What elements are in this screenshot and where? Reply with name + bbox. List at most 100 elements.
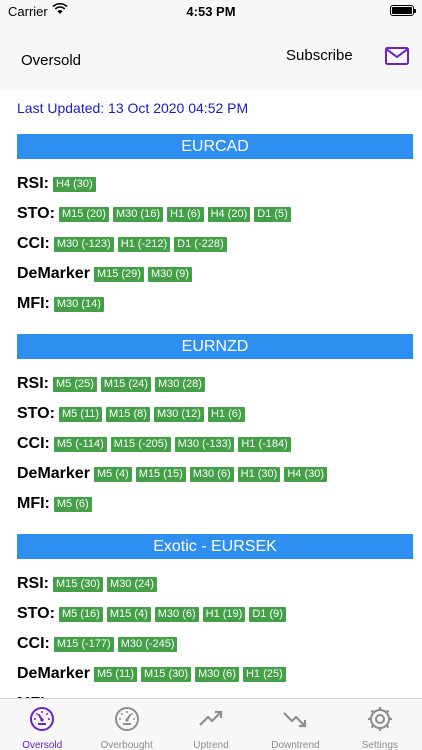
timeframe-badges: M5 (-114) M15 (-205) M30 (-133) H1 (-184)	[53, 436, 295, 452]
timeframe-badge: M30 (6)	[195, 666, 239, 682]
timeframe-badges: M15 (20) M30 (16) H1 (6) H4 (20) D1 (5)	[58, 206, 295, 222]
timeframe-badges: M5 (16) M15 (4) M30 (6) H1 (19) D1 (9)	[58, 606, 290, 622]
indicator-label: DeMarker	[17, 465, 90, 482]
timeframe-badges: M5 (6)	[53, 496, 96, 512]
indicator-row: DeMarker M15 (29) M30 (9)	[17, 263, 196, 285]
timeframe-badge: M15 (30)	[141, 666, 192, 682]
timeframe-badge: M30 (14)	[53, 296, 104, 312]
indicator-row: DeMarker M5 (4) M15 (15) M30 (6) H1 (30) H4 (…	[17, 463, 331, 485]
last-updated-label: Last Updated: 13 Oct 2020 04:52 PM	[17, 100, 249, 116]
envelope-icon[interactable]	[384, 45, 410, 67]
tab-oversold[interactable]: Oversold	[0, 699, 84, 750]
timeframe-badge: M15 (30)	[53, 576, 104, 592]
gauge-high-icon	[113, 705, 141, 738]
indicator-label: RSI:	[17, 575, 49, 592]
tab-label: Oversold	[22, 740, 63, 750]
indicator-row: CCI: M30 (-123) H1 (-212) D1 (-228)	[17, 233, 231, 255]
status-bar: Carrier 4:53 PM	[0, 0, 422, 22]
section-header: EURCAD	[17, 134, 413, 159]
timeframe-badge: M30 (-133)	[174, 436, 235, 452]
timeframe-badges: M5 (11) M15 (8) M30 (12) H1 (6)	[58, 406, 249, 422]
timeframe-badges: M30 (14)	[53, 296, 108, 312]
indicator-row: MFI: M5 (6)	[17, 493, 96, 515]
indicator-label: CCI:	[17, 235, 50, 252]
indicator-label: STO:	[17, 605, 55, 622]
indicator-label: STO:	[17, 405, 55, 422]
page-title: Oversold	[21, 52, 82, 69]
timeframe-badge: M15 (4)	[106, 606, 151, 622]
timeframe-badge: H4 (30)	[284, 466, 328, 482]
indicator-label: RSI:	[17, 375, 49, 392]
timeframe-badge: H4 (30)	[53, 176, 96, 192]
timeframe-badge: M30 (12)	[153, 406, 204, 422]
tab-bar: Oversold Overbought Uptrend Downtrend Settin…	[0, 698, 422, 750]
timeframe-badge: M30 (16)	[112, 206, 163, 222]
timeframe-badges: M30 (-123) H1 (-212) D1 (-228)	[53, 236, 231, 252]
indicator-label: CCI:	[17, 635, 50, 652]
timeframe-badge: D1 (9)	[249, 606, 286, 622]
timeframe-badge: M30 (-123)	[53, 236, 114, 252]
trend-down-icon	[281, 705, 309, 738]
tab-label: Downtrend	[271, 740, 320, 750]
timeframe-badge: M5 (6)	[53, 496, 92, 512]
indicator-row: STO: M5 (11) M15 (8) M30 (12) H1 (6)	[17, 403, 249, 425]
timeframe-badge: M5 (16)	[58, 606, 103, 622]
indicator-label: RSI:	[17, 175, 49, 192]
indicator-label: STO:	[17, 205, 55, 222]
timeframe-badge: H1 (-212)	[117, 236, 171, 252]
timeframe-badge: H1 (-184)	[238, 436, 291, 452]
timeframe-badges: M15 (30) M30 (24)	[53, 576, 161, 592]
trend-up-icon	[197, 705, 225, 738]
timeframe-badge: M5 (25)	[53, 376, 97, 392]
timeframe-badge: M15 (-205)	[110, 436, 171, 452]
indicator-row: CCI: M5 (-114) M15 (-205) M30 (-133) H1 (-18…	[17, 433, 295, 455]
navigation-bar: Oversold Subscribe	[0, 22, 422, 90]
timeframe-badge: M30 (-245)	[117, 636, 178, 652]
indicator-row: RSI: H4 (30)	[17, 173, 100, 195]
indicator-label: DeMarker	[17, 265, 90, 282]
section-header: Exotic - EURSEK	[17, 534, 413, 559]
indicator-label: MFI:	[17, 295, 50, 312]
indicator-label: DeMarker	[17, 665, 90, 682]
timeframe-badge: M15 (8)	[106, 406, 150, 422]
tab-label: Overbought	[100, 740, 153, 750]
timeframe-badge: M5 (4)	[93, 466, 132, 482]
indicator-row: RSI: M15 (30) M30 (24)	[17, 573, 161, 595]
timeframe-badges: M15 (29) M30 (9)	[93, 266, 196, 282]
tab-overbought[interactable]: Overbought	[84, 699, 168, 750]
tab-settings[interactable]: Settings	[338, 699, 422, 750]
indicator-label: CCI:	[17, 435, 50, 452]
indicator-label: MFI:	[17, 495, 50, 512]
timeframe-badge: H1 (6)	[167, 206, 204, 222]
tab-downtrend[interactable]: Downtrend	[253, 699, 337, 750]
timeframe-badge: M15 (29)	[93, 266, 144, 282]
timeframe-badge: M30 (24)	[107, 576, 158, 592]
timeframe-badge: H1 (19)	[202, 606, 246, 622]
timeframe-badges: M5 (4) M15 (15) M30 (6) H1 (30) H4 (30)	[93, 466, 331, 482]
indicator-row: RSI: M5 (25) M15 (24) M30 (28)	[17, 373, 209, 395]
battery-icon	[390, 5, 416, 16]
tab-label: Uptrend	[193, 740, 229, 750]
timeframe-badges: H4 (30)	[53, 176, 100, 192]
indicator-row: CCI: M15 (-177) M30 (-245)	[17, 633, 181, 655]
indicator-row: STO: M5 (16) M15 (4) M30 (6) H1 (19) D1 (9)	[17, 603, 290, 625]
timeframe-badge: M15 (15)	[135, 466, 186, 482]
timeframe-badge: M15 (24)	[100, 376, 151, 392]
timeframe-badge: M30 (9)	[147, 266, 192, 282]
tab-label: Settings	[361, 740, 398, 750]
timeframe-badge: M5 (-114)	[53, 436, 107, 452]
timeframe-badge: M15 (20)	[58, 206, 109, 222]
timeframe-badge: H1 (30)	[237, 466, 281, 482]
section-header: EURNZD	[17, 334, 413, 359]
subscribe-button[interactable]: Subscribe	[286, 47, 353, 64]
tab-uptrend[interactable]: Uptrend	[169, 699, 253, 750]
timeframe-badge: H1 (6)	[207, 406, 245, 422]
timeframe-badge: H4 (20)	[207, 206, 251, 222]
timeframe-badge: M30 (6)	[189, 466, 234, 482]
timeframe-badge: M15 (-177)	[53, 636, 114, 652]
clock: 4:53 PM	[186, 4, 236, 19]
indicator-list[interactable]: Last Updated: 13 Oct 2020 04:52 PM EURCA…	[0, 90, 422, 698]
timeframe-badge: D1 (-228)	[174, 236, 227, 252]
gauge-low-icon	[28, 705, 56, 738]
timeframe-badge: M5 (11)	[58, 406, 103, 422]
